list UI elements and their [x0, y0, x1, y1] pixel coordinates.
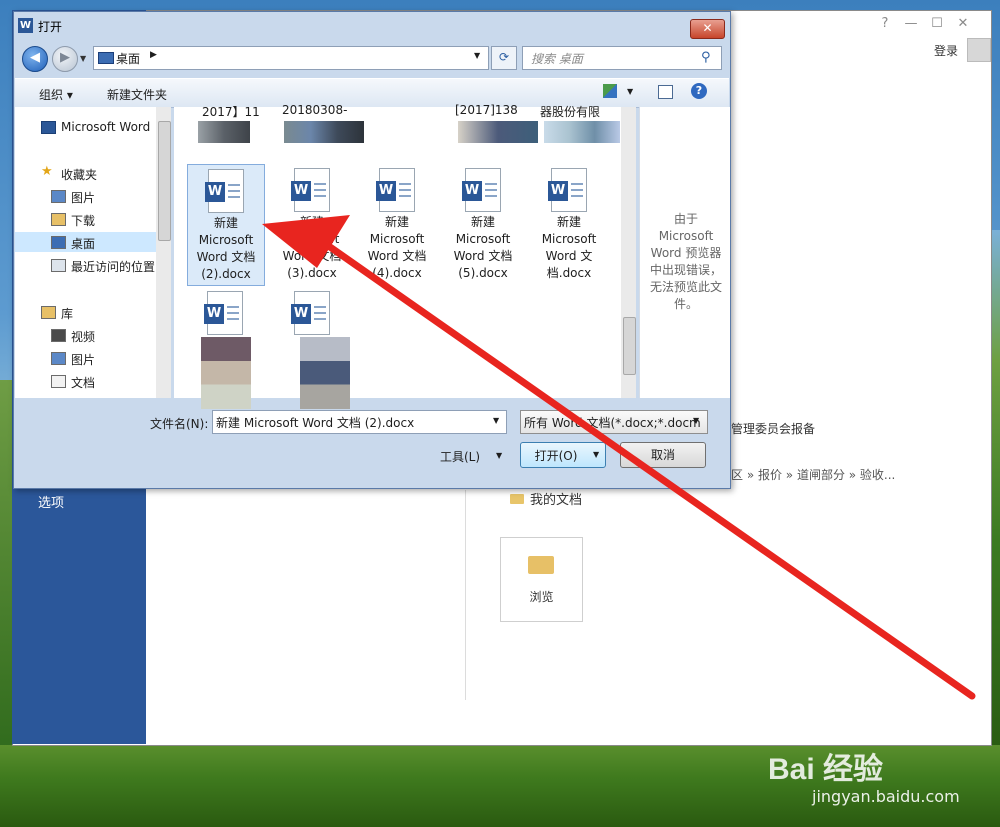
baidu-watermark-url: jingyan.baidu.com	[812, 787, 960, 806]
annotation-arrow	[262, 215, 976, 700]
arrow-shaft	[326, 243, 976, 700]
baidu-watermark-logo: Bai 经验	[768, 753, 884, 786]
arrow-head	[262, 215, 350, 268]
